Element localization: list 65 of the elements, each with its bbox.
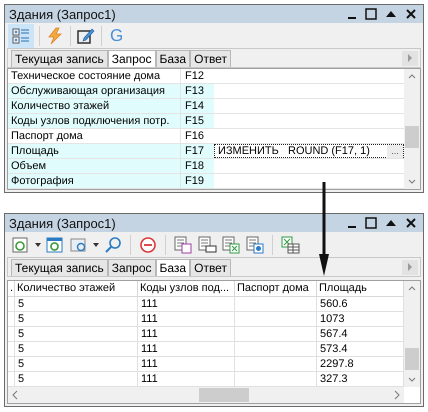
column-header[interactable]: Паспорт дома [235, 281, 317, 296]
field-name-cell: Техническое состояние дома [8, 69, 181, 83]
column-header[interactable]: Коды узлов под... [138, 281, 235, 296]
caret-icon[interactable] [93, 242, 99, 246]
table-cell: 111 [138, 297, 235, 311]
field-code-cell: F14 [181, 99, 214, 113]
browse-button[interactable]: ... [387, 144, 403, 158]
spreadsheet-icon[interactable] [221, 236, 241, 254]
vertical-scrollbar[interactable] [404, 69, 420, 189]
table-cell: 5 [15, 312, 138, 326]
field-name-cell: Обслуживающая организация [8, 84, 181, 98]
save-icon[interactable] [173, 236, 193, 254]
field-code-cell: F18 [181, 159, 214, 173]
scroll-left-icon[interactable] [11, 390, 19, 400]
table-cell: 111 [138, 357, 235, 371]
field-name-cell: Коды узлов подключения потр. [8, 114, 181, 128]
table-cell: 5 [15, 342, 138, 356]
tab[interactable]: Текущая запись [11, 259, 108, 276]
tab[interactable]: Текущая запись [11, 50, 108, 67]
table-cell: 5 [15, 357, 138, 371]
field-name-cell: Площадь [8, 144, 181, 158]
expression-field[interactable]: ИЗМЕНИТЬ ROUND (F17, 1) ... [214, 144, 404, 158]
table-cell: 111 [138, 342, 235, 356]
table-cell: 111 [138, 372, 235, 386]
search-icon[interactable] [103, 236, 123, 254]
window-title: Здания (Запрос1) [9, 8, 116, 20]
table-cell: 111 [138, 312, 235, 326]
horizontal-scrollbar[interactable] [8, 387, 404, 403]
maximize-icon[interactable] [365, 8, 377, 20]
refresh-window-icon[interactable] [45, 236, 65, 254]
close-icon[interactable] [405, 8, 417, 20]
field-code-cell: F19 [181, 174, 214, 188]
scrollbar-thumb[interactable] [405, 126, 419, 148]
field-code-cell: F17 [181, 144, 214, 158]
tab[interactable]: База [156, 259, 190, 276]
table-cell: 111 [138, 327, 235, 341]
edit-icon[interactable] [76, 26, 96, 44]
field-name-cell: Количество этажей [8, 99, 181, 113]
window-title: Здания (Запрос1) [9, 216, 116, 230]
column-header[interactable]: . [8, 281, 15, 296]
close-icon[interactable] [405, 217, 417, 229]
scroll-right-icon[interactable] [393, 390, 401, 400]
excel-icon[interactable] [280, 236, 300, 254]
tree-list-icon[interactable] [11, 26, 31, 44]
field-code-cell: F13 [181, 84, 214, 98]
tab[interactable]: Ответ [190, 50, 231, 67]
field-name-cell: Фотография [8, 174, 181, 188]
tab[interactable]: Ответ [190, 259, 231, 276]
column-header[interactable]: Количество этажей [15, 281, 138, 296]
table-cell: 5 [15, 372, 138, 386]
maximize-icon[interactable] [365, 217, 377, 229]
tab[interactable]: База [156, 50, 190, 67]
print-icon[interactable] [197, 236, 217, 254]
field-code-cell: F15 [181, 114, 214, 128]
tab[interactable]: Запрос [108, 259, 156, 276]
caret-icon[interactable] [35, 242, 41, 246]
table-cell: 5 [15, 297, 138, 311]
field-name-cell: Объем [8, 159, 181, 173]
table-cell: 5 [15, 327, 138, 341]
vertical-scrollbar[interactable] [404, 281, 420, 387]
tab[interactable]: Запрос [108, 50, 156, 67]
scrollbar-thumb[interactable] [405, 348, 419, 370]
database-icon[interactable] [245, 236, 265, 254]
minus-circle-icon[interactable] [138, 236, 158, 254]
scrollbar-thumb[interactable] [199, 388, 249, 402]
